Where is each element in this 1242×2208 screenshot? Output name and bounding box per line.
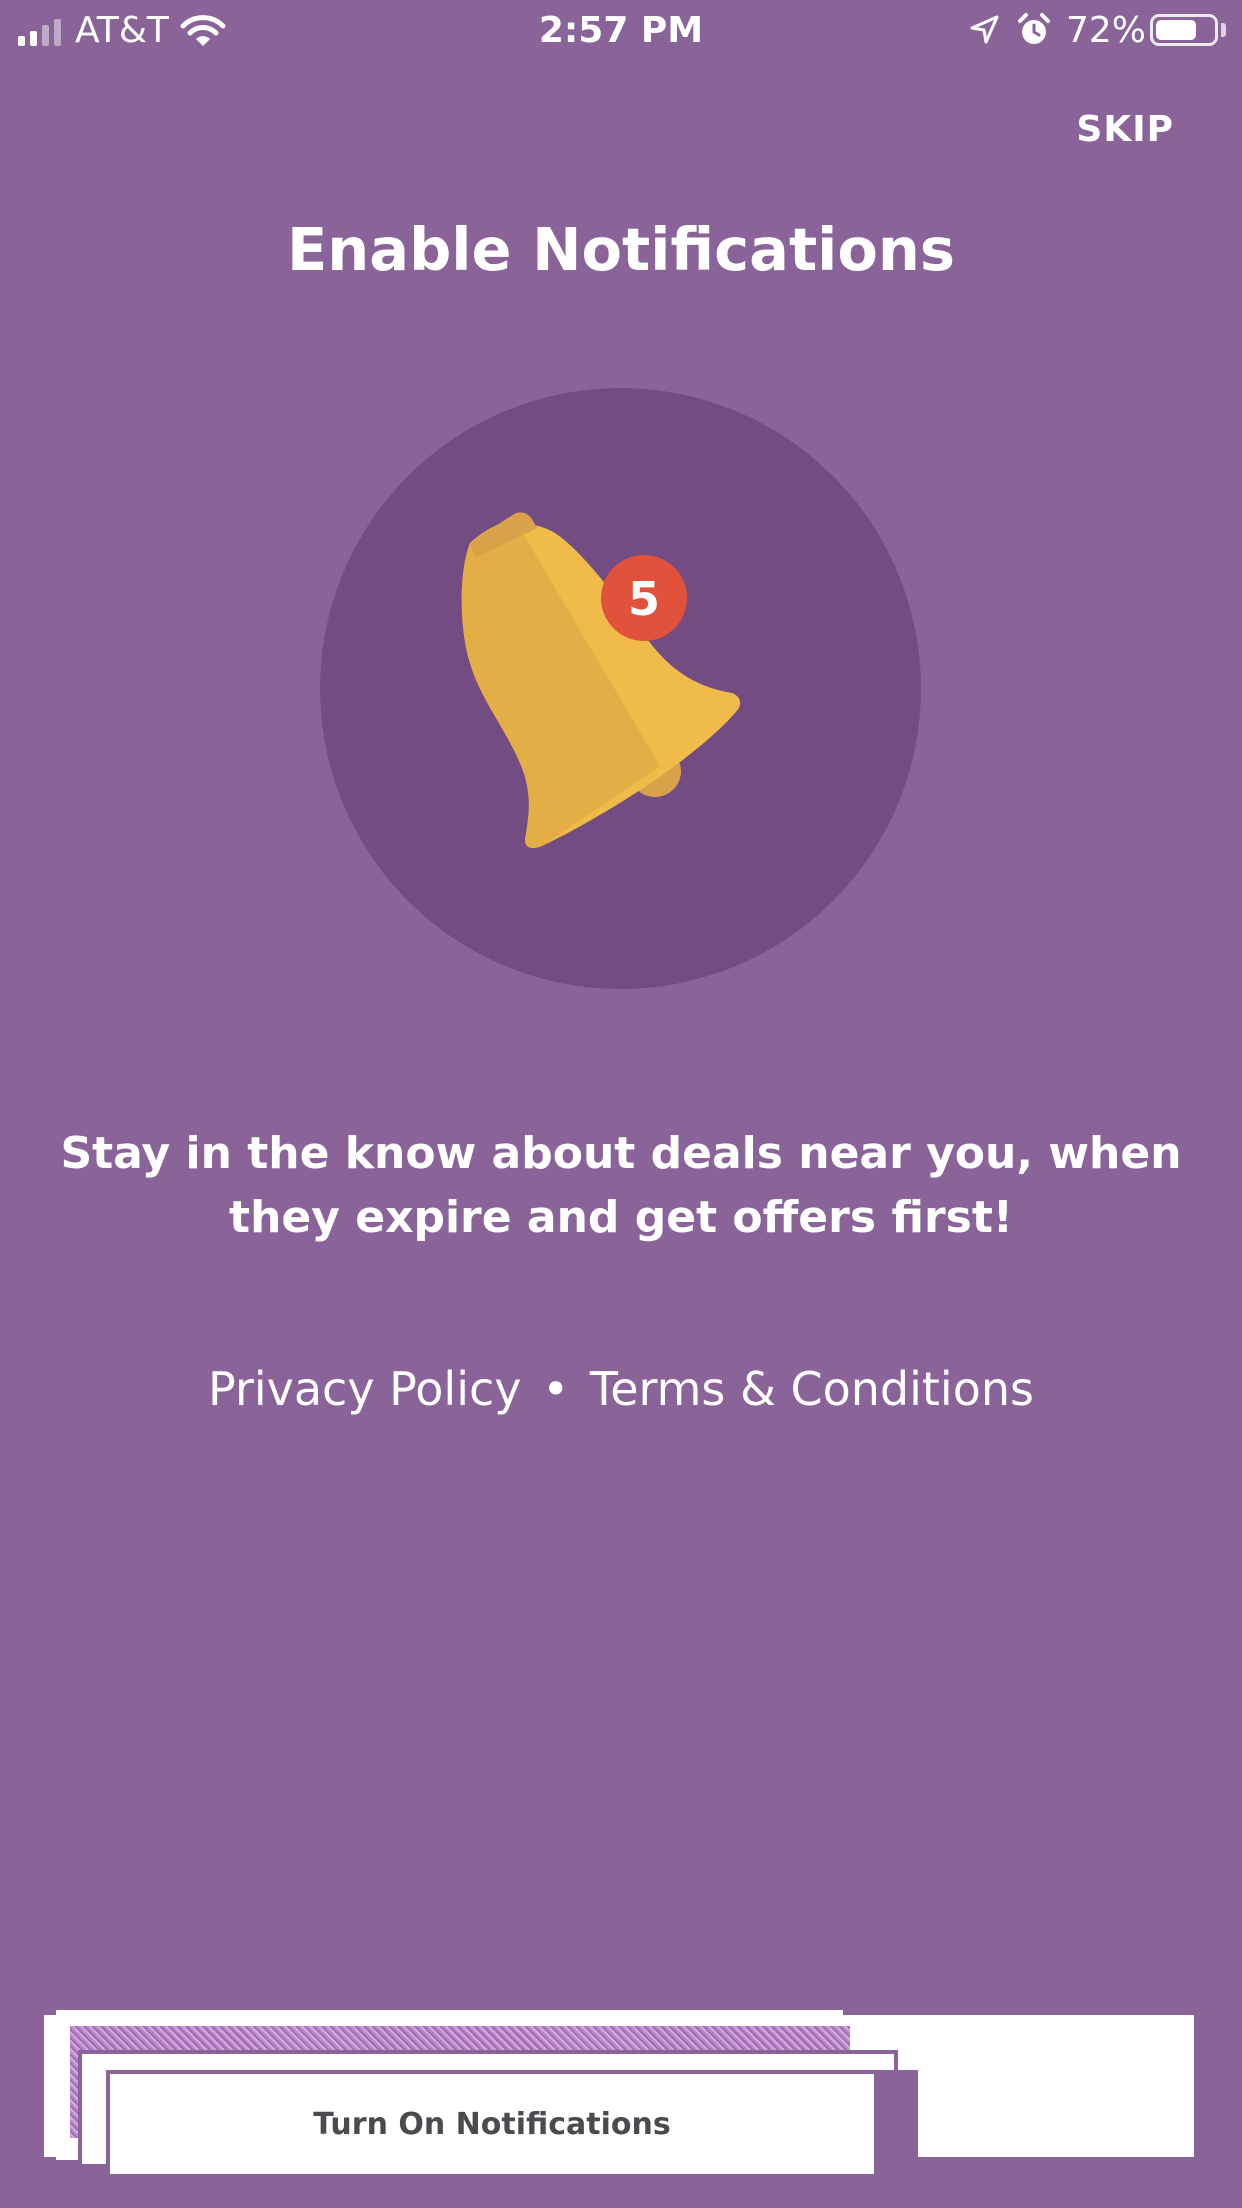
status-bar: AT&T 2:57 PM 72% [0, 0, 1242, 60]
alarm-icon [1018, 13, 1050, 44]
battery-cap [1221, 23, 1226, 37]
location-icon [970, 15, 999, 44]
privacy-policy-link[interactable]: Privacy Policy [208, 1362, 522, 1416]
cta-area: Turn On Notifications [44, 2010, 1196, 2182]
status-time: 2:57 PM [538, 10, 704, 51]
page-title: Enable Notifications [286, 215, 956, 284]
legal-links: Privacy Policy • Terms & Conditions [0, 1360, 1242, 1418]
battery-icon [1150, 14, 1218, 46]
skip-button[interactable]: SKIP [1076, 108, 1174, 152]
description-line-1: Stay in the know about deals near you, w… [60, 1128, 1182, 1179]
link-separator: • [542, 1362, 570, 1416]
battery-fill [1156, 20, 1196, 40]
description: Stay in the know about deals near you, w… [60, 1122, 1182, 1250]
description-line-2: they expire and get offers first! [229, 1192, 1013, 1243]
hero-illustration: 5 [320, 388, 921, 989]
battery-percent: 72% [1066, 10, 1147, 51]
turn-on-notifications-button[interactable]: Turn On Notifications [106, 2070, 918, 2182]
badge-count: 5 [628, 572, 660, 626]
turn-on-notifications-label: Turn On Notifications [313, 2106, 671, 2142]
bell-icon: 5 [461, 512, 741, 848]
terms-link[interactable]: Terms & Conditions [590, 1362, 1034, 1416]
